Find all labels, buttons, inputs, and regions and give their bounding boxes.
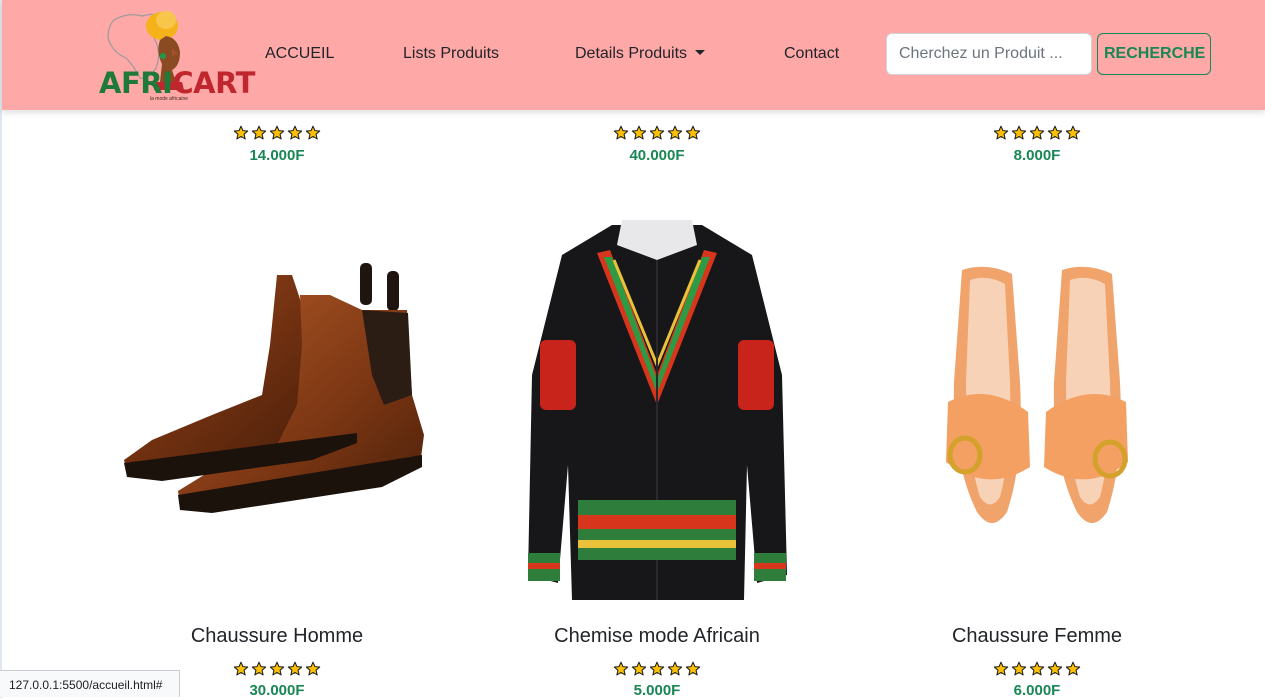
african-print-shirt-image[interactable] [482,215,832,605]
orange-sandals-image[interactable] [862,262,1212,537]
logo-tagline: la mode africaine [150,96,189,102]
star-icon [667,125,683,140]
nav-lists-produits[interactable]: Lists Produits [403,45,499,63]
star-icon [287,125,303,140]
rating-stars [862,125,1212,141]
star-icon [233,125,249,140]
star-icon [649,125,665,140]
star-icon [667,661,683,676]
star-icon [631,125,647,140]
product-price: 6.000F [1013,682,1061,699]
rating-stars [102,125,452,141]
product-price: 5.000F [633,682,681,699]
star-icon [1029,661,1045,676]
search-input[interactable] [886,33,1092,75]
leather-chelsea-boots-image[interactable] [102,255,452,520]
star-icon [613,661,629,676]
logo-brand-text: AFRICART [99,66,255,100]
product-title[interactable]: Chemise mode Africain [482,625,832,648]
star-icon [993,661,1009,676]
product-price: 8.000F [1013,147,1061,164]
nav-accueil[interactable]: ACCUEIL [265,45,334,63]
nav-contact[interactable]: Contact [784,45,839,63]
navbar: AFRICART la mode africaine ACCUEIL Lists… [2,0,1265,110]
star-icon [631,661,647,676]
star-icon [1047,661,1063,676]
rating-stars [862,661,1212,677]
star-icon [685,661,701,676]
star-icon [305,125,321,140]
star-icon [1011,125,1027,140]
star-icon [287,661,303,676]
star-icon [993,125,1009,140]
star-icon [1011,661,1027,676]
star-icon [251,125,267,140]
product-price: 14.000F [249,147,305,164]
star-icon [1065,125,1081,140]
search-button[interactable]: RECHERCHE [1097,33,1211,75]
nav-details-produits-dropdown[interactable]: Details Produits [575,45,706,63]
status-bar-url: 127.0.0.1:5500/accueil.html# [0,670,180,697]
star-icon [269,125,285,140]
caret-down-icon [695,50,706,55]
star-icon [685,125,701,140]
star-icon [305,661,321,676]
product-title[interactable]: Chaussure Homme [102,625,452,648]
star-icon [613,125,629,140]
star-icon [1047,125,1063,140]
star-icon [233,661,249,676]
rating-stars [482,661,832,677]
logo-brand-part2: CART [172,66,255,100]
product-price: 40.000F [629,147,685,164]
logo-brand-part1: AFRI [99,66,173,100]
star-icon [1029,125,1045,140]
nav-details-label: Details Produits [575,45,688,62]
star-icon [251,661,267,676]
star-icon [1065,661,1081,676]
star-icon [649,661,665,676]
star-icon [269,661,285,676]
product-title[interactable]: Chaussure Femme [862,625,1212,648]
rating-stars [482,125,832,141]
